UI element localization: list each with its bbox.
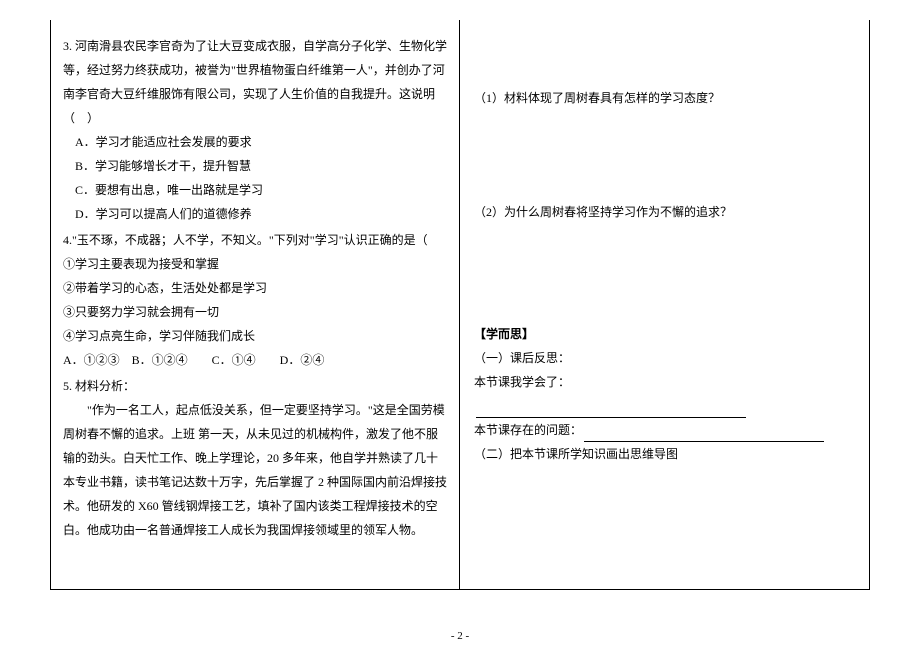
learned-blank <box>476 404 746 418</box>
question-3: 3. 河南滑县农民李官奇为了让大豆变成衣服，自学高分子化学、生物化学等，经过努力… <box>63 34 447 226</box>
q3-stem: 3. 河南滑县农民李官奇为了让大豆变成衣服，自学高分子化学、生物化学等，经过努力… <box>63 34 447 130</box>
reflection-heading: （一）课后反思： <box>474 346 841 370</box>
question-5: 5. 材料分析： "作为一名工人，起点低没关系，但一定要坚持学习。"这是全国劳模… <box>63 374 447 542</box>
q3-option-a: A．学习才能适应社会发展的要求 <box>63 130 447 154</box>
q4-statement-3: ③只要努力学习就会拥有一切 <box>63 300 447 324</box>
mindmap-line: （二）把本节课所学知识画出思维导图 <box>474 442 841 466</box>
q5-title: 5. 材料分析： <box>63 374 447 398</box>
problem-label: 本节课存在的问题： <box>474 423 582 437</box>
q3-option-c: C．要想有出息，唯一出路就是学习 <box>63 178 447 202</box>
sub-question-2: （2）为什么周树春将坚持学习作为不懈的追求？ <box>474 200 841 224</box>
q4-statement-4: ④学习点亮生命，学习伴随我们成长 <box>63 324 447 348</box>
question-4: 4."玉不琢，不成器；人不学，不知义。"下列对"学习"认识正确的是（ ①学习主要… <box>63 228 447 372</box>
q4-stem: 4."玉不琢，不成器；人不学，不知义。"下列对"学习"认识正确的是（ <box>63 228 447 252</box>
q4-statement-1: ①学习主要表现为接受和掌握 <box>63 252 447 276</box>
q5-body: "作为一名工人，起点低没关系，但一定要坚持学习。"这是全国劳模周树春不懈的追求。… <box>63 398 447 542</box>
xueersi-heading: 【学而思】 <box>474 322 841 346</box>
problem-line: 本节课存在的问题： <box>474 418 841 442</box>
xueersi-section: 【学而思】 （一）课后反思： 本节课我学会了： 本节课存在的问题： （二）把本节… <box>474 322 841 466</box>
page-number: - 2 - <box>0 630 920 642</box>
page-container: 3. 河南滑县农民李官奇为了让大豆变成衣服，自学高分子化学、生物化学等，经过努力… <box>0 0 920 620</box>
q3-option-b: B．学习能够增长才干，提升智慧 <box>63 154 447 178</box>
learned-label: 本节课我学会了： <box>474 375 570 389</box>
q4-options: A．①②③ B．①②④ C．①④ D．②④ <box>63 348 447 372</box>
right-column: （1）材料体现了周树春具有怎样的学习态度？ （2）为什么周树春将坚持学习作为不懈… <box>460 20 870 590</box>
left-column: 3. 河南滑县农民李官奇为了让大豆变成衣服，自学高分子化学、生物化学等，经过努力… <box>50 20 460 590</box>
q4-statement-2: ②带着学习的心态，生活处处都是学习 <box>63 276 447 300</box>
learned-line: 本节课我学会了： <box>474 370 841 418</box>
q3-option-d: D．学习可以提高人们的道德修养 <box>63 202 447 226</box>
problem-blank <box>584 428 824 442</box>
sub-question-1: （1）材料体现了周树春具有怎样的学习态度？ <box>474 86 841 110</box>
